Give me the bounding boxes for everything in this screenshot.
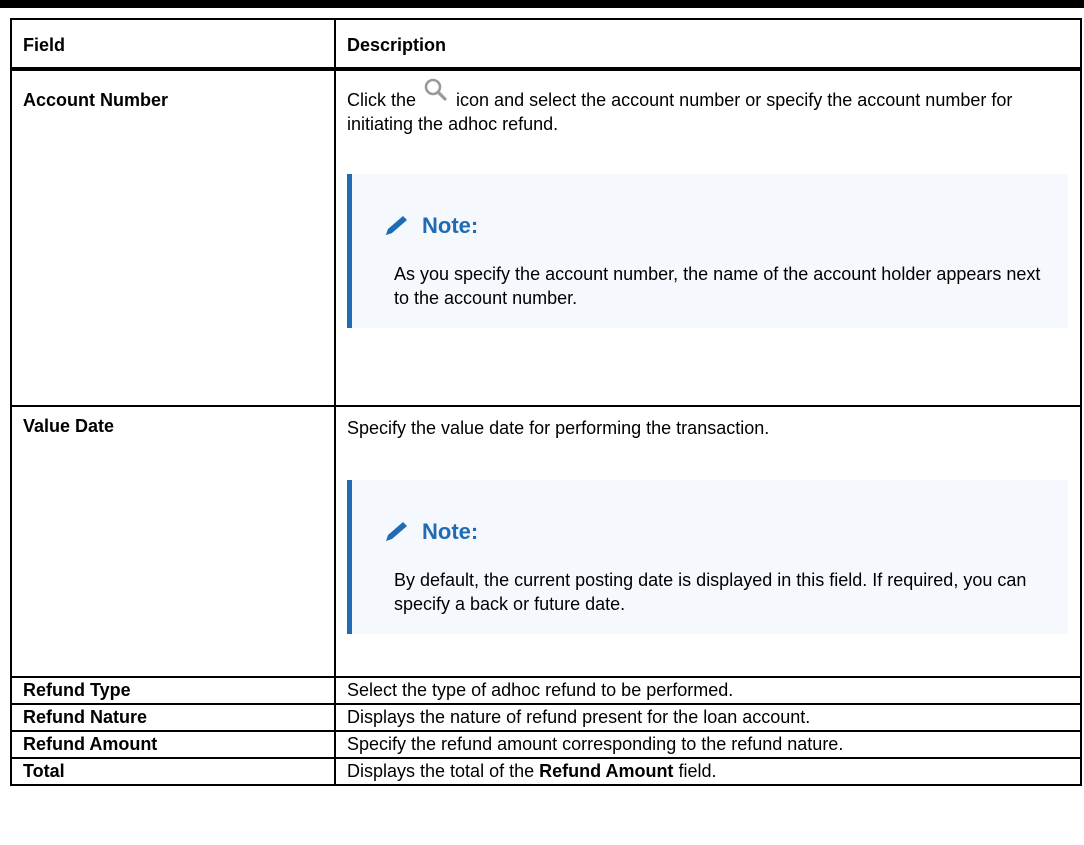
table-row: Total Displays the total of the Refund A… — [10, 757, 1082, 786]
desc-value-date: Specify the value date for performing th… — [334, 405, 1082, 678]
desc-refund-nature: Displays the nature of refund present fo… — [334, 703, 1082, 732]
desc-total-suffix: field. — [678, 761, 717, 781]
note-box: Note: By default, the current posting da… — [347, 480, 1068, 634]
field-refund-type: Refund Type — [10, 676, 336, 705]
note-text: By default, the current posting date is … — [394, 570, 1027, 614]
field-refund-nature: Refund Nature — [10, 703, 336, 732]
note-box: Note: As you specify the account number,… — [347, 174, 1068, 328]
field-total: Total — [10, 757, 336, 786]
note-text: As you specify the account number, the n… — [394, 264, 1041, 308]
desc-value-date-text: Specify the value date for performing th… — [347, 418, 770, 438]
desc-account-number: Click the icon and select the account num… — [334, 68, 1082, 407]
pencil-icon — [380, 212, 414, 240]
header-field: Field — [10, 18, 336, 71]
top-rule — [0, 0, 1084, 8]
header-description: Description — [334, 18, 1082, 71]
table-row: Refund Type Select the type of adhoc ref… — [10, 676, 1082, 705]
field-description-table: Field Description Account Number Click t… — [10, 18, 1082, 786]
desc-refund-type: Select the type of adhoc refund to be pe… — [334, 676, 1082, 705]
pencil-icon — [380, 518, 414, 546]
desc-refund-amount: Specify the refund amount corresponding … — [334, 730, 1082, 759]
desc-account-number-text: Click the icon and select the account num… — [347, 78, 1070, 136]
note-heading: Note: — [380, 212, 1048, 240]
table-row: Account Number Click the icon and select … — [10, 68, 1082, 407]
field-account-number: Account Number — [10, 68, 336, 407]
field-refund-amount: Refund Amount — [10, 730, 336, 759]
table-header-row: Field Description — [10, 18, 1082, 71]
desc-account-number-before: Click the — [347, 90, 417, 110]
table-row: Value Date Specify the value date for pe… — [10, 405, 1082, 678]
note-heading: Note: — [380, 518, 1048, 546]
note-title: Note: — [422, 519, 479, 544]
table-row: Refund Amount Specify the refund amount … — [10, 730, 1082, 759]
desc-total-prefix: Displays the total of the — [347, 761, 535, 781]
desc-total: Displays the total of the Refund Amount … — [334, 757, 1082, 786]
table-row: Refund Nature Displays the nature of ref… — [10, 703, 1082, 732]
desc-total-bold: Refund Amount — [539, 761, 674, 781]
note-title: Note: — [422, 213, 479, 238]
search-icon — [416, 78, 456, 112]
field-value-date: Value Date — [10, 405, 336, 678]
